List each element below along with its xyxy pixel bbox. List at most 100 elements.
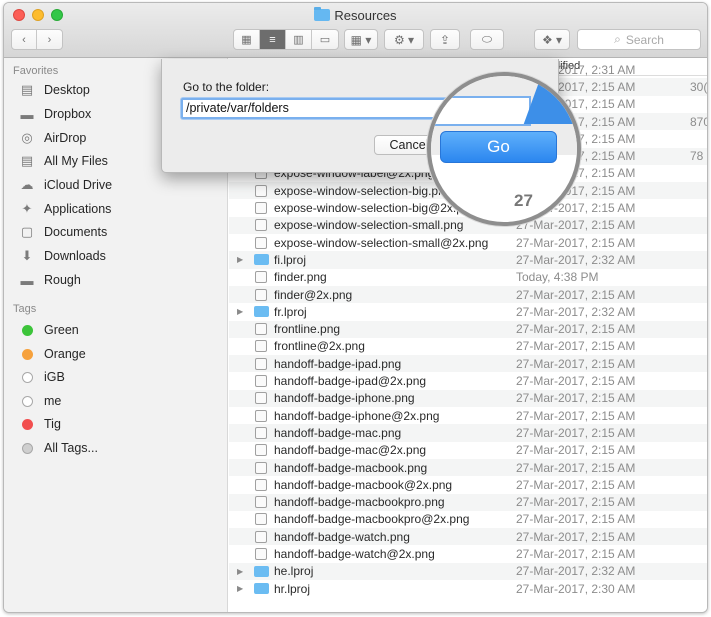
magnified-date-text: 27: [514, 191, 533, 210]
list-view-button[interactable]: ≡: [260, 30, 286, 49]
file-icon: [255, 461, 267, 474]
file-icon: [255, 496, 267, 509]
folder-icon: [254, 254, 269, 266]
sidebar-item-documents[interactable]: ▢ Documents: [18, 222, 107, 242]
sidebar-item-all-my-files[interactable]: ▤ All My Files: [18, 151, 108, 171]
tag-green[interactable]: Green: [18, 320, 79, 340]
tag-igb[interactable]: iGB: [18, 367, 65, 387]
file-name: expose-window-selection-big.png: [274, 183, 452, 198]
arrange-icon: ▦ ▾: [350, 32, 372, 47]
share-icon: ⇪: [439, 32, 451, 47]
sidebar-item-desktop[interactable]: ▤ Desktop: [18, 80, 90, 100]
icon-view-button[interactable]: ▦: [234, 30, 260, 49]
table-row[interactable]: ▶ fr.lproj 27-Mar-2017, 2:32 AM: [229, 303, 707, 320]
table-row[interactable]: finder@2x.png 27-Mar-2017, 2:15 AM: [229, 285, 707, 304]
file-icon: [255, 236, 267, 249]
table-row[interactable]: handoff-badge-ipad.png 27-Mar-2017, 2:15 …: [229, 355, 707, 373]
share-button[interactable]: ⇪: [430, 29, 460, 50]
all-tags[interactable]: All Tags...: [18, 438, 98, 458]
file-icon: [255, 271, 267, 284]
file-icon: [255, 288, 267, 301]
tags-button[interactable]: ⬭: [470, 29, 504, 50]
table-row[interactable]: frontline.png 27-Mar-2017, 2:15 AM: [229, 320, 707, 338]
file-date-modified: 27-Mar-2017, 2:15 AM: [516, 218, 636, 233]
cover-flow-button[interactable]: ▭: [312, 30, 338, 49]
table-row[interactable]: ▶ hr.lproj 27-Mar-2017, 2:30 AM: [229, 580, 707, 597]
file-date-modified: 27-Mar-2017, 2:15 AM: [516, 287, 636, 302]
disclosure-triangle-icon[interactable]: ▶: [237, 307, 243, 316]
sidebar-item-rough[interactable]: ▬ Rough: [18, 270, 81, 290]
table-row[interactable]: ▶ fi.lproj 27-Mar-2017, 2:32 AM: [229, 251, 707, 269]
column-view-button[interactable]: ▥: [286, 30, 312, 49]
folder-icon: [254, 565, 269, 577]
sidebar-item-applications[interactable]: ✦ Applications: [18, 199, 112, 219]
file-name: handoff-badge-macbook@2x.png: [274, 477, 453, 492]
table-row[interactable]: handoff-badge-macbook.png 27-Mar-2017, 2:…: [229, 458, 707, 477]
table-row[interactable]: handoff-badge-ipad@2x.png 27-Mar-2017, 2:…: [229, 372, 707, 389]
table-row[interactable]: frontline@2x.png 27-Mar-2017, 2:15 AM: [229, 338, 707, 355]
action-button[interactable]: ⚙ ▾: [384, 29, 424, 50]
file-name: finder.png: [274, 270, 327, 285]
table-row[interactable]: handoff-badge-macbook@2x.png 27-Mar-2017,…: [229, 476, 707, 493]
file-date-modified: 27-Mar-2017, 2:15 AM: [516, 408, 636, 423]
file-name: handoff-badge-watch.png: [274, 529, 410, 544]
tag-tig[interactable]: Tig: [18, 414, 61, 434]
tag-color-icon: [21, 324, 33, 336]
file-date-modified: 27-Mar-2017, 2:32 AM: [516, 304, 636, 319]
disclosure-triangle-icon[interactable]: ▶: [237, 567, 243, 576]
file-name: handoff-badge-ipad.png: [274, 356, 402, 371]
forward-button[interactable]: ›: [37, 30, 62, 49]
file-date-modified: 27-Mar-2017, 2:32 AM: [516, 564, 636, 579]
search-field[interactable]: ⌕ Search: [577, 29, 701, 50]
sidebar-item-airdrop[interactable]: ◎ AirDrop: [18, 128, 86, 148]
cloud-icon: ☁: [20, 177, 34, 192]
table-row[interactable]: expose-window-selection-small@2x.png 27-M…: [229, 234, 707, 251]
folder-icon: [254, 583, 269, 595]
table-row[interactable]: ▶ he.lproj 27-Mar-2017, 2:32 AM: [229, 562, 707, 580]
table-row[interactable]: handoff-badge-watch.png 27-Mar-2017, 2:15…: [229, 528, 707, 546]
file-name: expose-window-selection-big@2x.png: [274, 201, 477, 216]
arrange-button[interactable]: ▦ ▾: [344, 29, 378, 50]
file-date-modified: 27-Mar-2017, 2:15 AM: [516, 235, 636, 250]
file-name: hr.lproj: [274, 581, 311, 596]
tag-me[interactable]: me: [18, 391, 61, 411]
back-button[interactable]: ‹: [12, 30, 38, 49]
file-date-modified: 27-Mar-2017, 2:15 AM: [516, 460, 636, 475]
file-date-modified: 27-Mar-2017, 2:15 AM: [516, 477, 636, 492]
disclosure-triangle-icon[interactable]: ▶: [237, 584, 243, 593]
table-row[interactable]: handoff-badge-macbookpro.png 27-Mar-2017,…: [229, 493, 707, 511]
navigation-buttons: ‹ ›: [11, 29, 63, 50]
file-date-modified: 27-Mar-2017, 2:15 AM: [516, 339, 636, 354]
table-row[interactable]: handoff-badge-watch@2x.png 27-Mar-2017, 2…: [229, 545, 707, 562]
window-title: Resources: [4, 7, 707, 23]
all-files-icon: ▤: [20, 153, 34, 168]
file-name: handoff-badge-mac.png: [274, 425, 402, 440]
file-name: expose-window-selection-small.png: [274, 218, 464, 233]
table-row[interactable]: handoff-badge-mac@2x.png 27-Mar-2017, 2:1…: [229, 442, 707, 459]
tag-color-icon: [21, 442, 33, 454]
sidebar-item-icloud-drive[interactable]: ☁ iCloud Drive: [18, 175, 113, 195]
file-name: handoff-badge-macbookpro.png: [274, 495, 445, 510]
table-row[interactable]: finder.png Today, 4:38 PM: [229, 269, 707, 286]
table-row[interactable]: handoff-badge-iphone@2x.png 27-Mar-2017, …: [229, 407, 707, 424]
dropbox-button[interactable]: ❖ ▾: [534, 29, 570, 50]
table-row[interactable]: handoff-badge-mac.png 27-Mar-2017, 2:15 A…: [229, 424, 707, 442]
file-date-modified: 27-Mar-2017, 2:15 AM: [516, 495, 636, 510]
folder-path-input[interactable]: /private/var/folders: [181, 98, 471, 119]
tag-color-icon: [21, 348, 33, 360]
file-date-modified: 27-Mar-2017, 2:30 AM: [516, 581, 636, 596]
file-icon: [255, 409, 267, 422]
table-row[interactable]: handoff-badge-macbookpro@2x.png 27-Mar-20…: [229, 511, 707, 528]
file-icon: [255, 202, 267, 215]
sidebar-item-dropbox[interactable]: ▬ Dropbox: [18, 104, 92, 124]
sidebar-item-downloads[interactable]: ⬇ Downloads: [18, 246, 106, 266]
tag-orange[interactable]: Orange: [18, 344, 86, 364]
desktop-icon: ▤: [20, 82, 34, 97]
file-name: he.lproj: [274, 564, 314, 579]
disclosure-triangle-icon[interactable]: ▶: [237, 255, 243, 264]
table-row[interactable]: handoff-badge-iphone.png 27-Mar-2017, 2:1…: [229, 389, 707, 407]
go-button[interactable]: Go: [440, 131, 557, 163]
file-icon: [255, 357, 267, 370]
file-size: 78: [690, 149, 704, 164]
table-row[interactable]: expose-window-selection-small.png 27-Mar-…: [229, 216, 707, 234]
